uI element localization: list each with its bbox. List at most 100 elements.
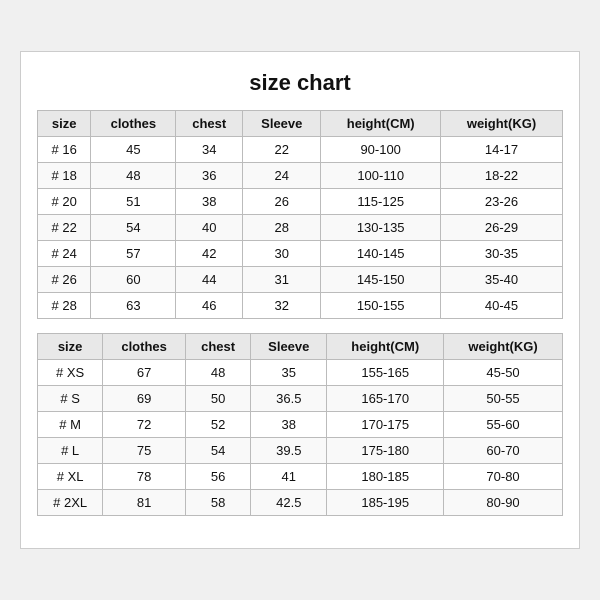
table-cell: # M — [38, 412, 103, 438]
table-cell: # L — [38, 438, 103, 464]
table-row: # XL785641180-18570-80 — [38, 464, 563, 490]
table-cell: 170-175 — [327, 412, 444, 438]
table-cell: 40 — [176, 215, 243, 241]
size-table-1: sizeclotheschestSleeveheight(CM)weight(K… — [37, 110, 563, 319]
table-cell: 35-40 — [441, 267, 563, 293]
table-cell: 60-70 — [444, 438, 563, 464]
column-header: chest — [185, 334, 250, 360]
table-cell: # 22 — [38, 215, 91, 241]
table-cell: 78 — [103, 464, 186, 490]
table-cell: 38 — [176, 189, 243, 215]
table-cell: 28 — [243, 215, 321, 241]
table-cell: 39.5 — [251, 438, 327, 464]
table-cell: 70-80 — [444, 464, 563, 490]
table-cell: 130-135 — [321, 215, 441, 241]
table2-header-row: sizeclotheschestSleeveheight(CM)weight(K… — [38, 334, 563, 360]
table-cell: 24 — [243, 163, 321, 189]
table-row: # L755439.5175-18060-70 — [38, 438, 563, 464]
table-row: # 1645342290-10014-17 — [38, 137, 563, 163]
table-cell: 81 — [103, 490, 186, 516]
table-cell: 26 — [243, 189, 321, 215]
table-cell: 115-125 — [321, 189, 441, 215]
table-cell: 80-90 — [444, 490, 563, 516]
column-header: height(CM) — [327, 334, 444, 360]
table-cell: 60 — [91, 267, 176, 293]
table-cell: 14-17 — [441, 137, 563, 163]
table-cell: 150-155 — [321, 293, 441, 319]
table-row: # 28634632150-15540-45 — [38, 293, 563, 319]
table-cell: 36 — [176, 163, 243, 189]
table-row: # 24574230140-14530-35 — [38, 241, 563, 267]
column-header: Sleeve — [251, 334, 327, 360]
table-cell: 42.5 — [251, 490, 327, 516]
column-header: weight(KG) — [444, 334, 563, 360]
table-cell: # S — [38, 386, 103, 412]
table-cell: 69 — [103, 386, 186, 412]
table-cell: 46 — [176, 293, 243, 319]
column-header: size — [38, 111, 91, 137]
table-cell: 48 — [185, 360, 250, 386]
table-cell: 51 — [91, 189, 176, 215]
column-header: size — [38, 334, 103, 360]
table-row: # M725238170-17555-60 — [38, 412, 563, 438]
table-cell: 22 — [243, 137, 321, 163]
table-cell: # 16 — [38, 137, 91, 163]
table-cell: # 28 — [38, 293, 91, 319]
table-cell: 58 — [185, 490, 250, 516]
table-cell: # 2XL — [38, 490, 103, 516]
size-table-2: sizeclotheschestSleeveheight(CM)weight(K… — [37, 333, 563, 516]
table-cell: 54 — [185, 438, 250, 464]
table-cell: 32 — [243, 293, 321, 319]
table-cell: # XS — [38, 360, 103, 386]
table-cell: 100-110 — [321, 163, 441, 189]
table-cell: 165-170 — [327, 386, 444, 412]
table-cell: 36.5 — [251, 386, 327, 412]
table-cell: # XL — [38, 464, 103, 490]
column-header: Sleeve — [243, 111, 321, 137]
table-row: # XS674835155-16545-50 — [38, 360, 563, 386]
table-cell: 55-60 — [444, 412, 563, 438]
table-cell: 26-29 — [441, 215, 563, 241]
table-cell: 185-195 — [327, 490, 444, 516]
table-cell: 23-26 — [441, 189, 563, 215]
size-chart-container: size chart sizeclotheschestSleeveheight(… — [20, 51, 580, 549]
column-header: clothes — [91, 111, 176, 137]
table-cell: 145-150 — [321, 267, 441, 293]
table-cell: 30-35 — [441, 241, 563, 267]
table-cell: 140-145 — [321, 241, 441, 267]
table-cell: 54 — [91, 215, 176, 241]
column-header: height(CM) — [321, 111, 441, 137]
table-row: # 18483624100-11018-22 — [38, 163, 563, 189]
table-cell: 180-185 — [327, 464, 444, 490]
column-header: clothes — [103, 334, 186, 360]
table-cell: 34 — [176, 137, 243, 163]
table-cell: 38 — [251, 412, 327, 438]
table-cell: 45-50 — [444, 360, 563, 386]
table-cell: 50-55 — [444, 386, 563, 412]
table-row: # 20513826115-12523-26 — [38, 189, 563, 215]
table-cell: 30 — [243, 241, 321, 267]
table-row: # 2XL815842.5185-19580-90 — [38, 490, 563, 516]
table-cell: 56 — [185, 464, 250, 490]
table-cell: 72 — [103, 412, 186, 438]
table-cell: 67 — [103, 360, 186, 386]
table-row: # 26604431145-15035-40 — [38, 267, 563, 293]
table-cell: 75 — [103, 438, 186, 464]
table-cell: # 20 — [38, 189, 91, 215]
column-header: weight(KG) — [441, 111, 563, 137]
table2-body: # XS674835155-16545-50# S695036.5165-170… — [38, 360, 563, 516]
table-cell: 155-165 — [327, 360, 444, 386]
column-header: chest — [176, 111, 243, 137]
table-cell: 57 — [91, 241, 176, 267]
table-cell: 52 — [185, 412, 250, 438]
table-cell: 31 — [243, 267, 321, 293]
table-cell: 48 — [91, 163, 176, 189]
table-row: # S695036.5165-17050-55 — [38, 386, 563, 412]
table-cell: 18-22 — [441, 163, 563, 189]
table-cell: 175-180 — [327, 438, 444, 464]
table-cell: # 26 — [38, 267, 91, 293]
table-cell: 42 — [176, 241, 243, 267]
table-cell: 63 — [91, 293, 176, 319]
table-cell: 35 — [251, 360, 327, 386]
table-cell: # 24 — [38, 241, 91, 267]
